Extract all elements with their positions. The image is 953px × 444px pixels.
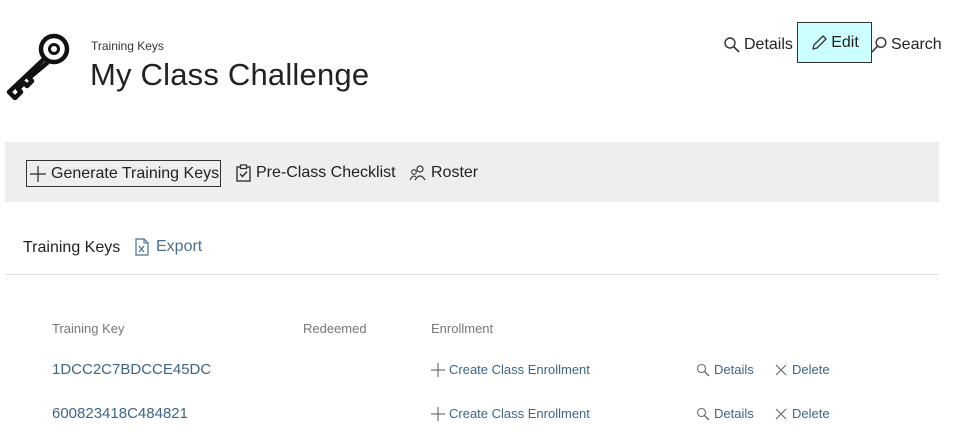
row-details-link[interactable]: Details — [696, 362, 754, 377]
column-header-redeemed[interactable]: Redeemed — [303, 321, 367, 336]
search-button[interactable]: Search — [870, 33, 942, 57]
plus-icon — [431, 406, 445, 421]
edit-button[interactable]: Edit — [797, 22, 872, 63]
delete-label: Delete — [792, 406, 830, 421]
page-title: My Class Challenge — [90, 57, 370, 92]
magnifier-icon — [696, 407, 710, 420]
create-class-enrollment-link[interactable]: Create Class Enrollment — [431, 362, 590, 377]
delete-label: Delete — [792, 362, 830, 377]
pencil-icon — [812, 34, 827, 50]
details-button[interactable]: Details — [723, 33, 793, 57]
search-icon — [871, 36, 887, 53]
magnifier-icon — [696, 363, 710, 376]
row-delete-link[interactable]: Delete — [774, 362, 830, 377]
create-enrollment-label: Create Class Enrollment — [449, 362, 590, 377]
details-label: Details — [744, 36, 793, 53]
roster-button[interactable]: Roster — [409, 160, 478, 186]
section-divider — [5, 274, 939, 275]
plus-icon — [431, 362, 445, 377]
create-class-enrollment-link[interactable]: Create Class Enrollment — [431, 406, 590, 421]
create-enrollment-label: Create Class Enrollment — [449, 406, 590, 421]
search-label: Search — [891, 36, 942, 53]
clipboard-check-icon — [236, 164, 251, 182]
roster-label: Roster — [431, 164, 479, 181]
training-key-link[interactable]: 1DCC2C7BDCCE45DC — [52, 361, 211, 378]
row-delete-link[interactable]: Delete — [774, 406, 830, 421]
key-logo-icon — [4, 32, 74, 101]
close-icon — [775, 364, 787, 375]
generate-label: Generate Training Keys — [51, 164, 220, 182]
row-details-link[interactable]: Details — [696, 406, 754, 421]
plus-icon — [30, 165, 46, 182]
column-header-enrollment[interactable]: Enrollment — [431, 321, 493, 336]
excel-export-icon — [135, 238, 149, 256]
magnifier-icon — [724, 37, 740, 53]
export-label: Export — [156, 238, 203, 255]
details-label: Details — [714, 406, 754, 421]
section-title: Training Keys — [23, 239, 121, 256]
close-icon — [775, 408, 787, 419]
checklist-label: Pre-Class Checklist — [256, 164, 396, 181]
export-button[interactable]: Export — [134, 238, 202, 256]
generate-training-keys-button[interactable]: Generate Training Keys — [26, 160, 222, 187]
edit-label: Edit — [831, 33, 859, 51]
pre-class-checklist-button[interactable]: Pre-Class Checklist — [235, 160, 396, 186]
training-key-link[interactable]: 600823418C484821 — [52, 405, 188, 422]
details-label: Details — [714, 362, 754, 377]
people-icon — [409, 165, 426, 181]
breadcrumb-subtitle: Training Keys — [91, 39, 164, 53]
column-header-training-key[interactable]: Training Key — [52, 321, 125, 336]
